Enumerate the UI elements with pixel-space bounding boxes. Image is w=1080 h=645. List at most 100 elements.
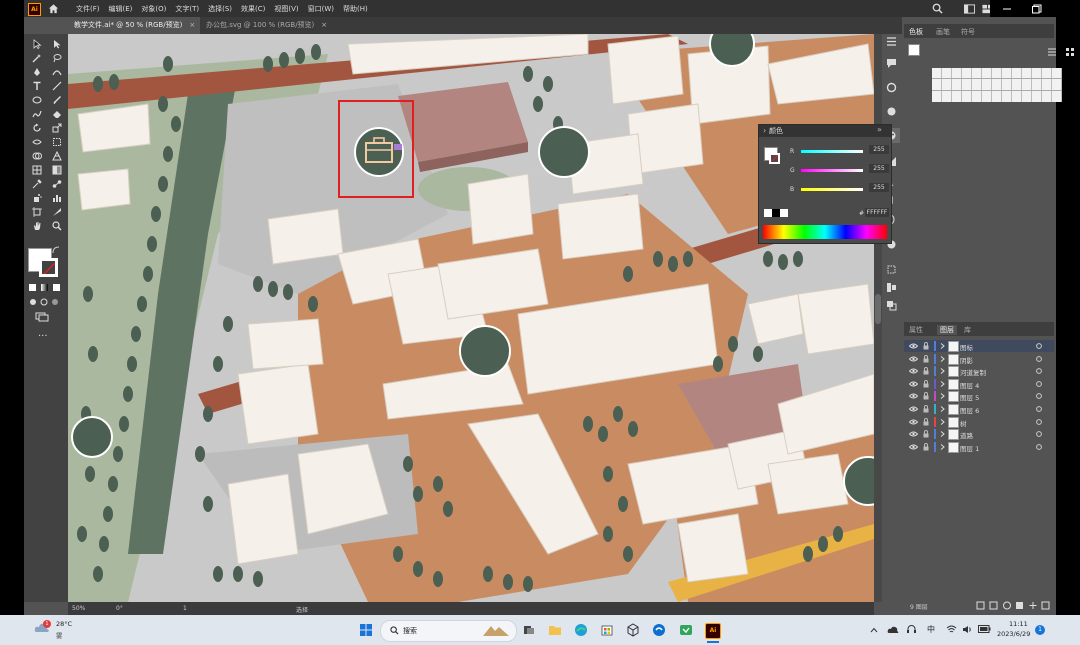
tab-office-svg[interactable]: 办公包.svg @ 100 % (RGB/预览) × — [200, 17, 340, 34]
layer-name[interactable]: 河道复制 — [960, 367, 986, 377]
rotate-tool-icon[interactable] — [30, 122, 44, 134]
symbol-sprayer-tool-icon[interactable] — [30, 192, 44, 204]
wifi-icon[interactable] — [946, 625, 957, 634]
zoom-level[interactable]: 50% — [72, 605, 85, 612]
target-circle-icon[interactable] — [1036, 431, 1042, 438]
layer-row[interactable]: 图层 1 — [904, 441, 1054, 453]
target-circle-icon[interactable] — [1036, 380, 1042, 387]
cube-app-icon[interactable] — [626, 623, 640, 637]
color-spectrum[interactable] — [763, 225, 887, 239]
b-slider[interactable] — [801, 188, 863, 191]
direct-selection-tool-icon[interactable] — [50, 38, 64, 50]
panel-grip-icon[interactable]: › — [763, 126, 766, 135]
tab-brushes[interactable]: 画笔 — [936, 27, 950, 37]
layer-name[interactable]: 阴影 — [960, 355, 973, 365]
battery-icon[interactable] — [978, 625, 991, 633]
chevron-right-icon[interactable] — [940, 343, 945, 349]
target-circle-icon[interactable] — [1036, 355, 1042, 362]
lock-icon[interactable] — [923, 342, 929, 350]
screen-mode-icon[interactable] — [35, 312, 49, 322]
layer-row[interactable]: 道路 — [904, 428, 1054, 441]
visibility-eye-icon[interactable] — [909, 431, 918, 437]
lock-icon[interactable] — [923, 367, 929, 375]
visibility-eye-icon[interactable] — [909, 381, 918, 387]
edge-dev-icon[interactable] — [652, 623, 666, 637]
lock-icon[interactable] — [923, 379, 929, 388]
magic-wand-tool-icon[interactable] — [30, 52, 44, 64]
menu-file[interactable]: 文件(F) — [76, 4, 100, 14]
free-transform-tool-icon[interactable] — [50, 136, 64, 148]
search-icon[interactable] — [932, 3, 943, 14]
align-icon[interactable] — [886, 282, 897, 293]
column-graph-tool-icon[interactable] — [50, 192, 64, 204]
slice-tool-icon[interactable] — [50, 206, 64, 218]
zoom-tool-icon[interactable] — [50, 220, 64, 232]
r-value[interactable]: 255 — [869, 145, 889, 154]
menu-view[interactable]: 视图(V) — [274, 4, 298, 14]
artboard-canvas[interactable] — [68, 34, 874, 602]
layer-name[interactable]: 树 — [960, 418, 967, 428]
visibility-eye-icon[interactable] — [909, 419, 918, 425]
stroke-swatch[interactable] — [39, 258, 58, 277]
none-mode-icon[interactable] — [53, 284, 60, 291]
target-circle-icon[interactable] — [1036, 443, 1042, 450]
visibility-eye-icon[interactable] — [909, 444, 918, 450]
gradient-mode-icon[interactable] — [41, 284, 48, 291]
grid-view-icon[interactable] — [1066, 48, 1074, 56]
headset-icon[interactable] — [906, 624, 917, 635]
g-slider[interactable] — [801, 169, 863, 172]
layer-name[interactable]: 图层 1 — [960, 443, 979, 453]
comments-icon[interactable] — [886, 58, 897, 69]
close-button[interactable] — [1048, 0, 1056, 17]
more-tools-icon[interactable]: ··· — [38, 331, 48, 342]
lasso-tool-icon[interactable] — [50, 52, 64, 64]
pen-tool-icon[interactable] — [30, 66, 44, 78]
quick-swatches[interactable] — [764, 209, 788, 217]
visibility-eye-icon[interactable] — [909, 356, 918, 362]
b-value[interactable]: 255 — [869, 183, 889, 192]
g-value[interactable]: 255 — [869, 164, 889, 173]
eraser-tool-icon[interactable] — [50, 108, 64, 120]
chevron-up-icon[interactable] — [870, 627, 878, 633]
green-app-icon[interactable] — [679, 623, 693, 637]
close-icon[interactable]: × — [189, 21, 195, 29]
target-circle-icon[interactable] — [1036, 368, 1042, 375]
line-tool-icon[interactable] — [50, 80, 64, 92]
chevron-right-icon[interactable] — [940, 443, 945, 450]
tab-libraries[interactable]: 库 — [964, 325, 971, 335]
ellipse-tool-icon[interactable] — [30, 94, 44, 106]
mesh-tool-icon[interactable] — [30, 164, 44, 176]
perspective-grid-tool-icon[interactable] — [50, 150, 64, 162]
swatch-fill-indicator[interactable] — [908, 44, 920, 56]
chevron-right-icon[interactable] — [940, 418, 945, 425]
menu-window[interactable]: 窗口(W) — [308, 4, 334, 14]
layer-row[interactable]: 图标 — [904, 340, 1054, 352]
blend-tool-icon[interactable] — [50, 178, 64, 190]
layer-row[interactable]: 阴影 — [904, 353, 1054, 365]
shape-builder-tool-icon[interactable] — [30, 150, 44, 162]
layer-actions-icons[interactable] — [976, 601, 1056, 610]
target-circle-icon[interactable] — [1036, 343, 1042, 349]
layer-name[interactable]: 图标 — [960, 342, 973, 352]
volume-icon[interactable] — [962, 625, 973, 634]
chevron-right-icon[interactable] — [940, 380, 945, 387]
selection-tool-icon[interactable] — [30, 38, 44, 50]
pathfinder-icon[interactable] — [886, 300, 897, 311]
minimize-button[interactable] — [990, 0, 1024, 17]
onedrive-icon[interactable] — [887, 625, 899, 634]
target-circle-icon[interactable] — [1036, 406, 1042, 412]
chevron-right-icon[interactable] — [940, 393, 945, 400]
menu-type[interactable]: 文字(T) — [175, 4, 199, 14]
appearance-icon[interactable] — [886, 82, 897, 93]
shaper-tool-icon[interactable] — [30, 108, 44, 120]
draw-modes-icon[interactable] — [29, 298, 59, 306]
lock-icon[interactable] — [923, 430, 929, 438]
visibility-eye-icon[interactable] — [909, 343, 918, 349]
tab-teaching-file[interactable]: 教学文件.ai* @ 50 % (RGB/预览) × — [68, 17, 200, 34]
color-guide-icon[interactable] — [886, 106, 897, 117]
target-circle-icon[interactable] — [1036, 393, 1042, 400]
tab-swatches[interactable]: 色板 — [909, 27, 923, 37]
lock-icon[interactable] — [923, 442, 929, 451]
scale-tool-icon[interactable] — [50, 122, 64, 134]
r-slider[interactable] — [801, 150, 863, 153]
